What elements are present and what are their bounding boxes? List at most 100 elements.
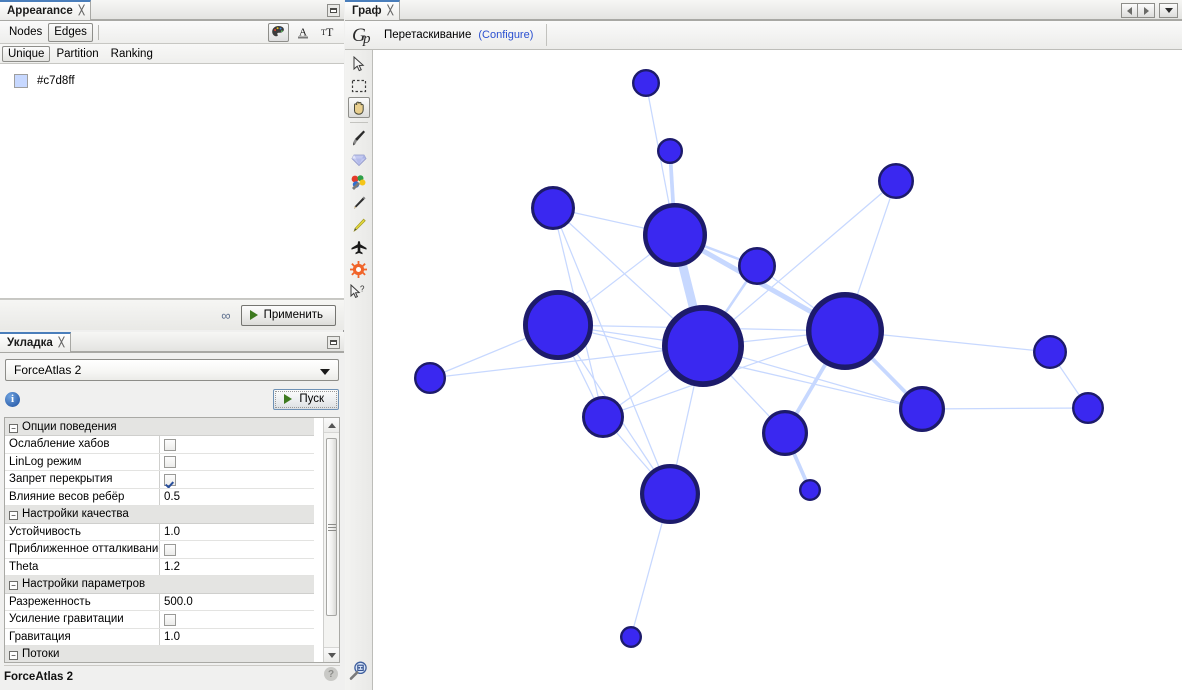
mode-unique[interactable]: Unique [2, 45, 51, 62]
property-checkbox[interactable] [159, 435, 314, 454]
cursor-help-tool[interactable]: ? [348, 281, 370, 302]
tab-nodes[interactable]: Nodes [3, 23, 48, 42]
graph-node[interactable] [1033, 335, 1068, 370]
close-icon[interactable]: ╳ [59, 337, 65, 348]
collapse-toggle-icon[interactable]: − [9, 423, 18, 433]
collapse-toggle-icon[interactable]: − [9, 511, 18, 521]
collapse-toggle-icon[interactable]: − [9, 651, 18, 661]
diamond-size-tool[interactable] [348, 149, 370, 170]
graph-node[interactable] [878, 163, 915, 200]
graph-node[interactable] [898, 385, 945, 432]
properties-scrollbar[interactable] [323, 418, 339, 662]
brush-paint-tool[interactable] [348, 127, 370, 148]
property-value[interactable]: 500.0 [159, 593, 314, 611]
property-checkbox[interactable] [159, 540, 314, 559]
property-checkbox[interactable] [159, 470, 314, 489]
graph-node[interactable] [1072, 392, 1105, 425]
graph-node[interactable] [632, 69, 661, 98]
property-value[interactable]: 1.0 [159, 628, 314, 646]
checkbox-checked-icon[interactable] [164, 473, 176, 486]
graph-window: Граф ╳ G p Перетаскивание (Configure) ? [345, 0, 1182, 690]
help-icon[interactable]: ? [324, 667, 338, 681]
layout-status-bar: ForceAtlas 2 ? [4, 665, 340, 687]
graph-node[interactable] [531, 186, 576, 231]
rectangle-select-tool[interactable] [348, 75, 370, 96]
layout-titlebar: Укладка ╳ [0, 332, 344, 353]
property-key: Гравитация [5, 628, 160, 646]
property-checkbox[interactable] [159, 453, 314, 471]
tab-edges[interactable]: Edges [48, 22, 93, 42]
graph-node[interactable] [799, 479, 822, 502]
graph-node[interactable] [522, 289, 593, 360]
zoom-fit-tool[interactable] [348, 660, 369, 684]
minimize-button[interactable] [327, 336, 340, 349]
cursor-select-tool[interactable] [348, 53, 370, 74]
collapse-toggle-icon[interactable]: − [9, 581, 18, 591]
tab-graph[interactable]: Граф ╳ [345, 0, 400, 20]
checkbox-unchecked-icon[interactable] [164, 613, 176, 626]
property-checkbox[interactable] [159, 610, 314, 629]
highlighter-tool[interactable] [348, 215, 370, 236]
property-value[interactable]: 0.5 [159, 488, 314, 506]
scroll-right-button[interactable] [1138, 3, 1155, 18]
property-value[interactable]: 1.0 [159, 523, 314, 541]
graph-node[interactable] [414, 362, 447, 395]
titlebar-filler [400, 0, 1182, 20]
network-graph[interactable] [373, 50, 1181, 690]
property-key: Приближенное отталкивание [5, 540, 160, 559]
apply-button[interactable]: Применить [240, 304, 336, 326]
graph-node[interactable] [806, 291, 885, 370]
gear-heatmap-tool[interactable] [348, 259, 370, 280]
scroll-left-button[interactable] [1121, 3, 1138, 18]
graph-node[interactable] [619, 626, 642, 649]
property-value[interactable]: 1.2 [159, 558, 314, 576]
property-group-row[interactable]: − Потоки [5, 645, 314, 662]
graph-node[interactable] [661, 304, 744, 387]
minimize-button[interactable] [327, 4, 340, 17]
info-icon[interactable]: i [5, 391, 20, 407]
edge-layer [429, 82, 1089, 638]
tab-layout[interactable]: Укладка ╳ [0, 332, 72, 352]
text-color-icon[interactable]: A [292, 23, 313, 42]
mode-ranking[interactable]: Ranking [105, 46, 159, 62]
layout-algorithm-select[interactable]: ForceAtlas 2 [5, 359, 339, 381]
pencil-edit-tool[interactable] [348, 193, 370, 214]
mode-partition[interactable]: Partition [50, 46, 104, 62]
tab-appearance[interactable]: Appearance ╳ [0, 0, 92, 20]
color-mix-tool[interactable] [348, 171, 370, 192]
unique-color-row[interactable]: #c7d8ff [14, 74, 344, 88]
airplane-shortest-path-tool[interactable] [348, 237, 370, 258]
checkbox-unchecked-icon[interactable] [164, 438, 176, 451]
color-swatch[interactable] [14, 74, 28, 88]
checkbox-unchecked-icon[interactable] [164, 543, 176, 556]
scrollbar-thumb[interactable] [326, 438, 337, 616]
checkbox-unchecked-icon[interactable] [164, 456, 176, 469]
tab-list-dropdown-button[interactable] [1159, 3, 1178, 18]
graph-node[interactable] [640, 464, 701, 525]
graph-canvas[interactable] [373, 50, 1182, 690]
graph-node[interactable] [582, 396, 625, 439]
left-dock: Appearance ╳ Nodes Edges A T T Unique Pa… [0, 0, 344, 690]
graph-node[interactable] [761, 409, 808, 456]
close-icon[interactable]: ╳ [79, 5, 85, 16]
link-icon[interactable]: ∞ [221, 308, 230, 323]
property-group-row[interactable]: − Опции поведения [5, 418, 314, 436]
graph-edge[interactable] [921, 407, 1089, 410]
graph-node[interactable] [642, 203, 707, 268]
graph-node[interactable] [657, 137, 684, 164]
hand-drag-tool[interactable] [347, 97, 370, 118]
property-group-row[interactable]: − Настройки параметров [5, 575, 314, 594]
graph-node[interactable] [737, 247, 776, 286]
property-row: Приближенное отталкивание [5, 540, 314, 559]
scroll-down-button[interactable] [324, 647, 339, 662]
property-group-row[interactable]: − Настройки качества [5, 505, 314, 524]
configure-link[interactable]: (Configure) [478, 29, 533, 41]
close-icon[interactable]: ╳ [388, 5, 394, 16]
gephi-application-window: Appearance ╳ Nodes Edges A T T Unique Pa… [0, 0, 1182, 690]
property-key: Ослабление хабов [5, 435, 160, 454]
run-layout-button[interactable]: Пуск [273, 388, 339, 410]
palette-icon[interactable] [268, 22, 289, 42]
marker-icon [352, 218, 366, 232]
text-size-icon[interactable]: T T [316, 23, 337, 42]
scroll-up-button[interactable] [324, 418, 339, 433]
